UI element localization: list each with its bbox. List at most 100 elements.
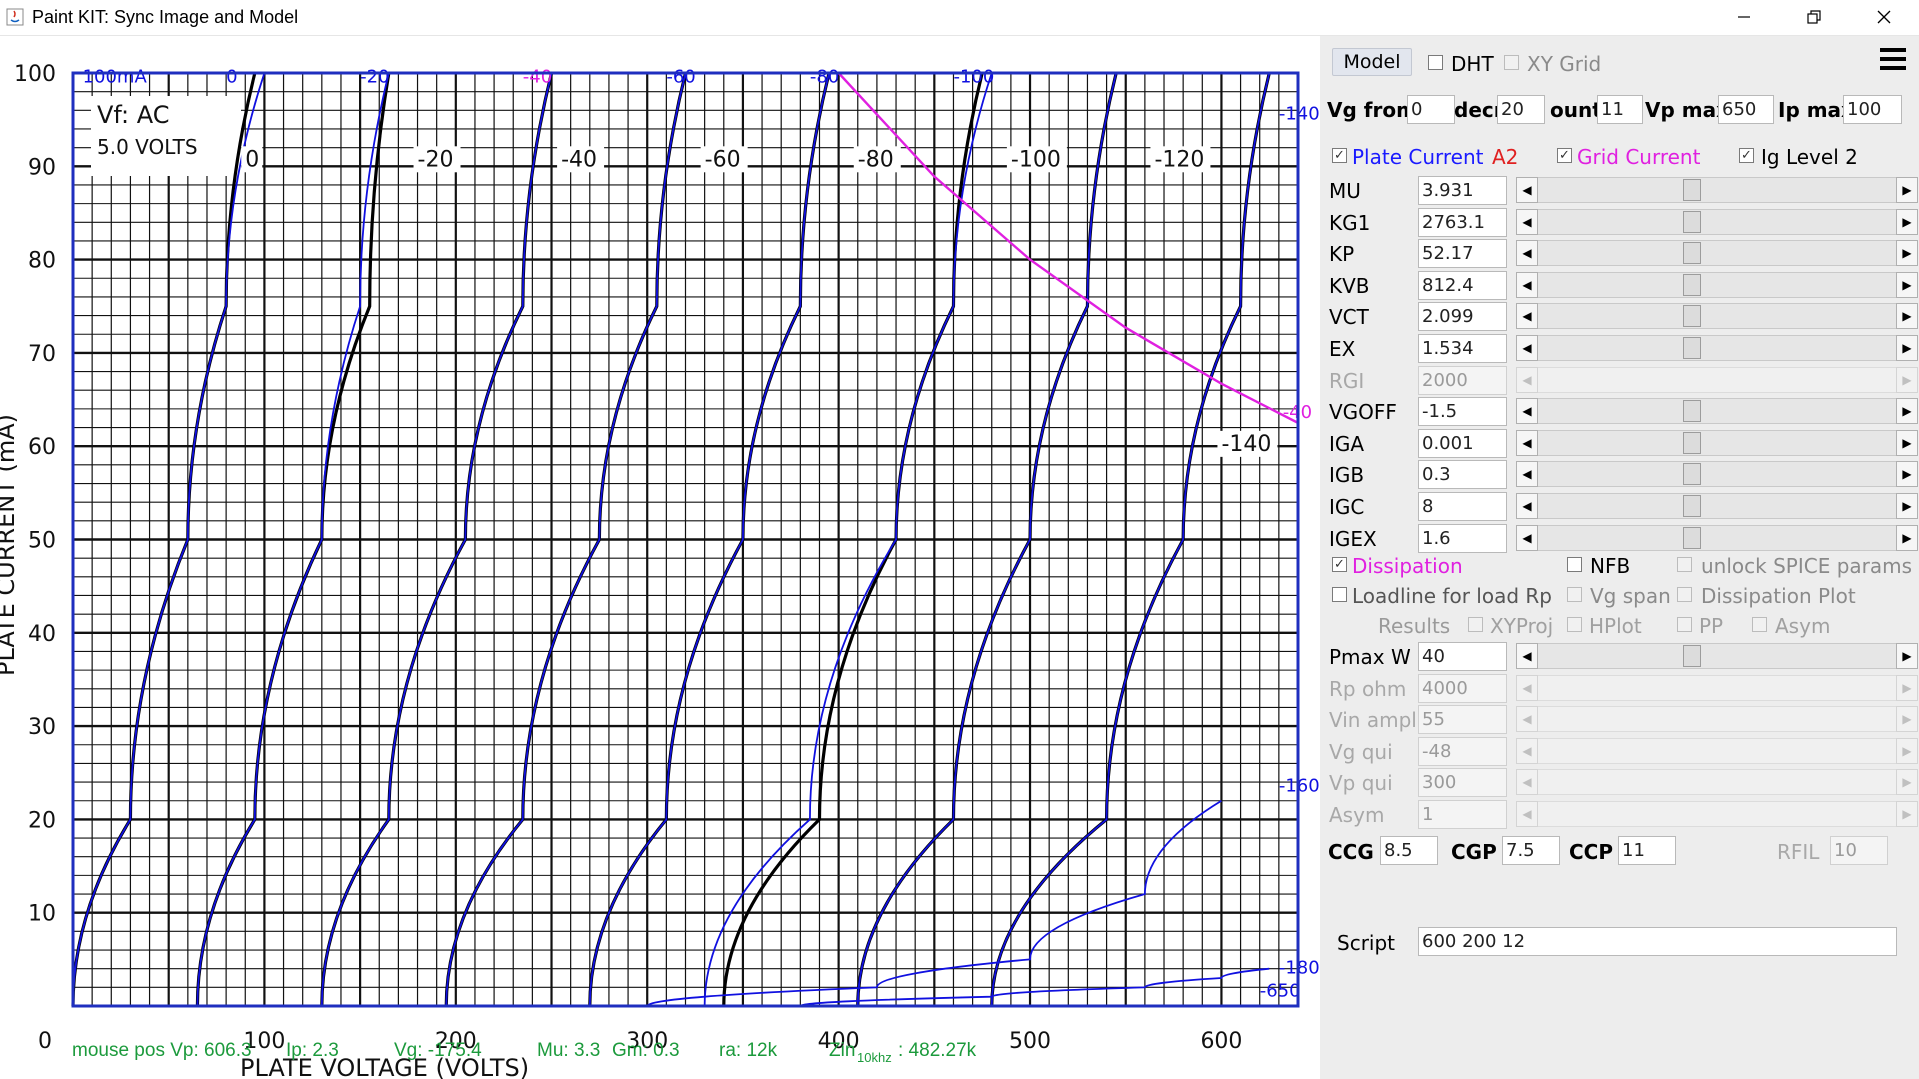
menu-icon[interactable]	[1880, 48, 1906, 72]
loadline-checkbox[interactable]	[1332, 587, 1347, 602]
vin-ampl-input[interactable]: 55	[1418, 705, 1507, 735]
close-button[interactable]	[1849, 0, 1919, 34]
scroll-left-icon[interactable]: ◀	[1516, 208, 1538, 235]
ex-slider[interactable]: ◀ ▶	[1516, 335, 1918, 361]
slider-track[interactable]	[1538, 366, 1896, 393]
igex-slider[interactable]: ◀ ▶	[1516, 524, 1918, 551]
rfil-input[interactable]: 10	[1830, 836, 1888, 865]
slider-thumb[interactable]	[1683, 210, 1701, 233]
slider-track[interactable]	[1538, 674, 1896, 701]
cgp-input[interactable]: 7.5	[1502, 836, 1560, 865]
slider-track[interactable]	[1538, 737, 1896, 764]
scroll-left-icon[interactable]: ◀	[1516, 493, 1538, 519]
scroll-right-icon[interactable]: ▶	[1896, 208, 1918, 235]
slider-track[interactable]	[1538, 429, 1896, 456]
scroll-right-icon[interactable]: ▶	[1896, 177, 1918, 203]
scroll-left-icon[interactable]: ◀	[1516, 737, 1538, 764]
ip-max-input[interactable]: 100	[1843, 95, 1902, 124]
igb-input[interactable]: 0.3	[1418, 460, 1507, 490]
dissipation-plot-checkbox[interactable]	[1677, 587, 1692, 602]
slider-thumb[interactable]	[1683, 495, 1701, 517]
decr-input[interactable]: 20	[1497, 95, 1545, 124]
slider-track[interactable]	[1538, 240, 1896, 267]
scroll-right-icon[interactable]: ▶	[1896, 398, 1918, 425]
count-input[interactable]: 11	[1597, 95, 1643, 124]
scroll-left-icon[interactable]: ◀	[1516, 271, 1538, 298]
slider-track[interactable]	[1538, 271, 1896, 298]
iga-slider[interactable]: ◀ ▶	[1516, 429, 1918, 456]
scroll-right-icon[interactable]: ▶	[1896, 801, 1918, 827]
rp-ohm-input[interactable]: 4000	[1418, 673, 1507, 703]
mu-input[interactable]: 3.931	[1418, 176, 1507, 205]
scroll-left-icon[interactable]: ◀	[1516, 240, 1538, 267]
iga-input[interactable]: 0.001	[1418, 428, 1507, 458]
vgoff-input[interactable]: -1.5	[1418, 397, 1507, 427]
kg1-input[interactable]: 2763.1	[1418, 207, 1507, 237]
slider-thumb[interactable]	[1683, 337, 1701, 359]
scroll-right-icon[interactable]: ▶	[1896, 429, 1918, 456]
pmax-w-input[interactable]: 40	[1418, 642, 1507, 671]
vg-qui-input[interactable]: -48	[1418, 736, 1507, 766]
hplot-checkbox[interactable]	[1567, 617, 1582, 632]
plate-curve-chart[interactable]: 0 100 200 300 400 500 600102030405060708090100…	[0, 36, 1320, 1079]
slider-track[interactable]	[1538, 769, 1896, 796]
script-input[interactable]: 600 200 12	[1418, 927, 1897, 956]
kvb-slider[interactable]: ◀ ▶	[1516, 271, 1918, 298]
kvb-input[interactable]: 812.4	[1418, 270, 1507, 300]
scroll-right-icon[interactable]: ▶	[1896, 335, 1918, 361]
scroll-right-icon[interactable]: ▶	[1896, 271, 1918, 298]
scroll-right-icon[interactable]: ▶	[1896, 461, 1918, 488]
restore-button[interactable]	[1779, 0, 1849, 34]
asym-input[interactable]: 1	[1418, 800, 1507, 829]
scroll-right-icon[interactable]: ▶	[1896, 674, 1918, 701]
scroll-right-icon[interactable]: ▶	[1896, 643, 1918, 669]
slider-track[interactable]	[1538, 335, 1896, 361]
vin-ampl-slider[interactable]: ◀ ▶	[1516, 706, 1918, 733]
scroll-left-icon[interactable]: ◀	[1516, 177, 1538, 203]
slider-track[interactable]	[1538, 801, 1896, 827]
vg-qui-slider[interactable]: ◀ ▶	[1516, 737, 1918, 764]
scroll-right-icon[interactable]: ▶	[1896, 366, 1918, 393]
igc-input[interactable]: 8	[1418, 492, 1507, 521]
rp-ohm-slider[interactable]: ◀ ▶	[1516, 674, 1918, 701]
ex-input[interactable]: 1.534	[1418, 334, 1507, 363]
asym-checkbox[interactable]	[1752, 617, 1767, 632]
plate-current-checkbox[interactable]: ✓	[1332, 148, 1347, 163]
ccp-input[interactable]: 11	[1618, 836, 1676, 865]
scroll-right-icon[interactable]: ▶	[1896, 706, 1918, 733]
scroll-right-icon[interactable]: ▶	[1896, 737, 1918, 764]
scroll-right-icon[interactable]: ▶	[1896, 303, 1918, 330]
scroll-right-icon[interactable]: ▶	[1896, 524, 1918, 551]
dissipation-checkbox[interactable]: ✓	[1332, 557, 1347, 572]
scroll-left-icon[interactable]: ◀	[1516, 335, 1538, 361]
kp-slider[interactable]: ◀ ▶	[1516, 240, 1918, 267]
scroll-left-icon[interactable]: ◀	[1516, 643, 1538, 669]
ccg-input[interactable]: 8.5	[1380, 836, 1438, 865]
scroll-left-icon[interactable]: ◀	[1516, 461, 1538, 488]
ig-level2-checkbox[interactable]: ✓	[1739, 148, 1754, 163]
vp-max-input[interactable]: 650	[1718, 95, 1774, 124]
mu-slider[interactable]: ◀ ▶	[1516, 177, 1918, 203]
slider-track[interactable]	[1538, 461, 1896, 488]
slider-track[interactable]	[1538, 398, 1896, 425]
igb-slider[interactable]: ◀ ▶	[1516, 461, 1918, 488]
scroll-right-icon[interactable]: ▶	[1896, 240, 1918, 267]
asym-slider[interactable]: ◀ ▶	[1516, 801, 1918, 827]
vp-qui-slider[interactable]: ◀ ▶	[1516, 769, 1918, 796]
igc-slider[interactable]: ◀ ▶	[1516, 493, 1918, 519]
kp-input[interactable]: 52.17	[1418, 239, 1507, 269]
scroll-right-icon[interactable]: ▶	[1896, 769, 1918, 796]
slider-track[interactable]	[1538, 303, 1896, 330]
slider-thumb[interactable]	[1683, 305, 1701, 328]
scroll-left-icon[interactable]: ◀	[1516, 524, 1538, 551]
slider-track[interactable]	[1538, 524, 1896, 551]
scroll-right-icon[interactable]: ▶	[1896, 493, 1918, 519]
vg-span-checkbox[interactable]	[1567, 587, 1582, 602]
rgi-slider[interactable]: ◀ ▶	[1516, 366, 1918, 393]
pp-checkbox[interactable]	[1677, 617, 1692, 632]
vct-slider[interactable]: ◀ ▶	[1516, 303, 1918, 330]
nfb-checkbox[interactable]	[1567, 557, 1582, 572]
scroll-left-icon[interactable]: ◀	[1516, 303, 1538, 330]
scroll-left-icon[interactable]: ◀	[1516, 801, 1538, 827]
pmax-w-slider[interactable]: ◀ ▶	[1516, 643, 1918, 669]
